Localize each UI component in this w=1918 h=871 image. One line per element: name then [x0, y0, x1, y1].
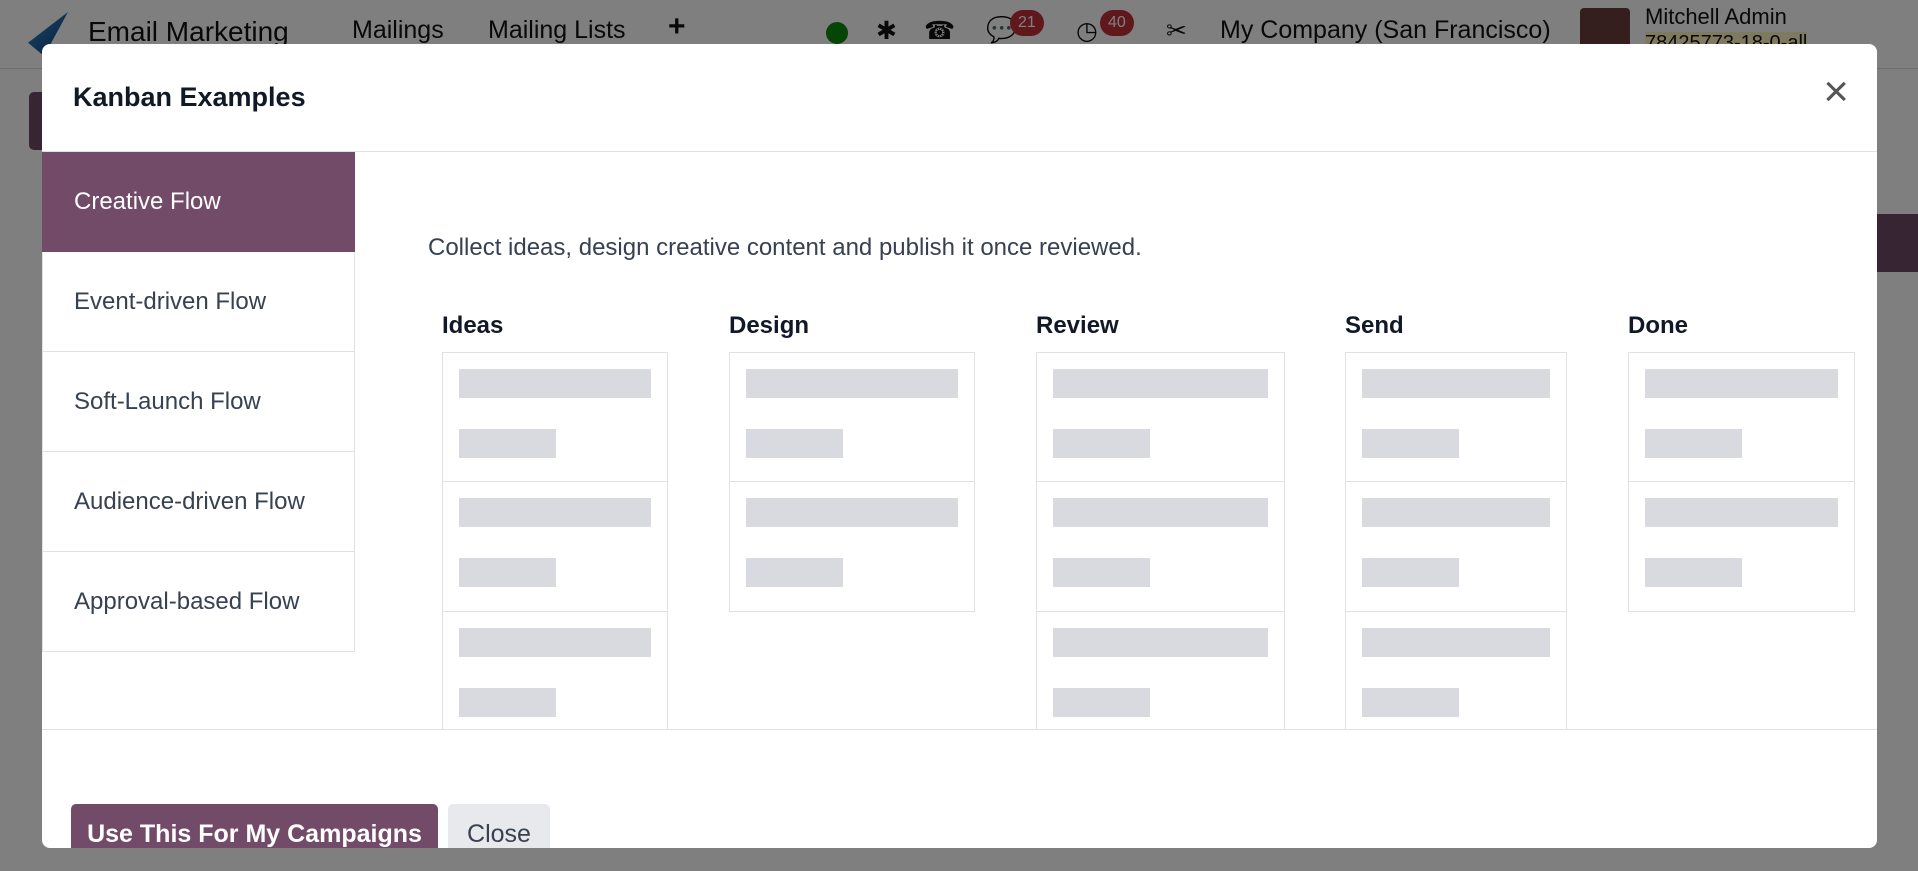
placeholder-card	[1036, 612, 1285, 729]
placeholder-line	[1362, 498, 1550, 527]
placeholder-card	[442, 352, 668, 482]
placeholder-line	[1362, 429, 1459, 458]
flow-event-driven[interactable]: Event-driven Flow	[42, 252, 355, 352]
kanban-column: Ideas	[442, 312, 668, 729]
placeholder-card	[1628, 352, 1855, 482]
placeholder-line	[1645, 498, 1838, 527]
placeholder-card	[1628, 482, 1855, 612]
placeholder-line	[1362, 628, 1550, 657]
placeholder-line	[459, 688, 556, 717]
placeholder-line	[459, 369, 651, 398]
placeholder-line	[1645, 429, 1742, 458]
placeholder-card	[729, 352, 975, 482]
dialog-footer: Use This For My Campaigns Close	[42, 729, 1877, 848]
placeholder-line	[1645, 369, 1838, 398]
use-for-campaigns-button[interactable]: Use This For My Campaigns	[71, 804, 438, 848]
placeholder-line	[459, 498, 651, 527]
kanban-column: Done	[1628, 312, 1855, 612]
placeholder-line	[1053, 429, 1150, 458]
column-title: Design	[729, 312, 810, 339]
flow-preview: Collect ideas, design creative content a…	[355, 152, 1877, 729]
placeholder-line	[1053, 369, 1268, 398]
placeholder-line	[1053, 688, 1150, 717]
placeholder-line	[1053, 558, 1150, 587]
placeholder-card	[1345, 482, 1567, 612]
flow-list: Creative Flow Event-driven Flow Soft-Lau…	[42, 152, 355, 652]
placeholder-line	[459, 429, 556, 458]
placeholder-line	[1362, 558, 1459, 587]
dialog-header: Kanban Examples ×	[42, 44, 1877, 152]
placeholder-card	[729, 482, 975, 612]
placeholder-card	[1345, 352, 1567, 482]
kanban-column: Send	[1345, 312, 1567, 729]
placeholder-card	[442, 482, 668, 612]
placeholder-line	[746, 558, 843, 587]
flow-soft-launch[interactable]: Soft-Launch Flow	[42, 352, 355, 452]
column-title: Ideas	[442, 312, 504, 339]
kanban-column: Design	[729, 312, 975, 612]
placeholder-line	[1362, 688, 1459, 717]
dialog-title: Kanban Examples	[73, 82, 306, 112]
placeholder-line	[746, 429, 843, 458]
placeholder-line	[1362, 369, 1550, 398]
kanban-column: Review	[1036, 312, 1285, 729]
column-title: Review	[1036, 312, 1119, 339]
placeholder-line	[1053, 498, 1268, 527]
flow-audience-driven[interactable]: Audience-driven Flow	[42, 452, 355, 552]
placeholder-card	[1036, 482, 1285, 612]
placeholder-line	[746, 369, 958, 398]
placeholder-line	[459, 558, 556, 587]
kanban-examples-dialog: Kanban Examples × Creative Flow Event-dr…	[42, 44, 1877, 848]
placeholder-line	[459, 628, 651, 657]
placeholder-card	[442, 612, 668, 729]
column-title: Done	[1628, 312, 1688, 339]
flow-approval-based[interactable]: Approval-based Flow	[42, 552, 355, 652]
placeholder-line	[1645, 558, 1742, 587]
flow-creative[interactable]: Creative Flow	[42, 152, 355, 252]
column-title: Send	[1345, 312, 1404, 339]
flow-description: Collect ideas, design creative content a…	[428, 234, 1142, 261]
placeholder-line	[746, 498, 958, 527]
placeholder-line	[1053, 628, 1268, 657]
close-button[interactable]: Close	[448, 804, 550, 848]
placeholder-card	[1345, 612, 1567, 729]
close-icon[interactable]: ×	[1823, 70, 1849, 114]
placeholder-card	[1036, 352, 1285, 482]
